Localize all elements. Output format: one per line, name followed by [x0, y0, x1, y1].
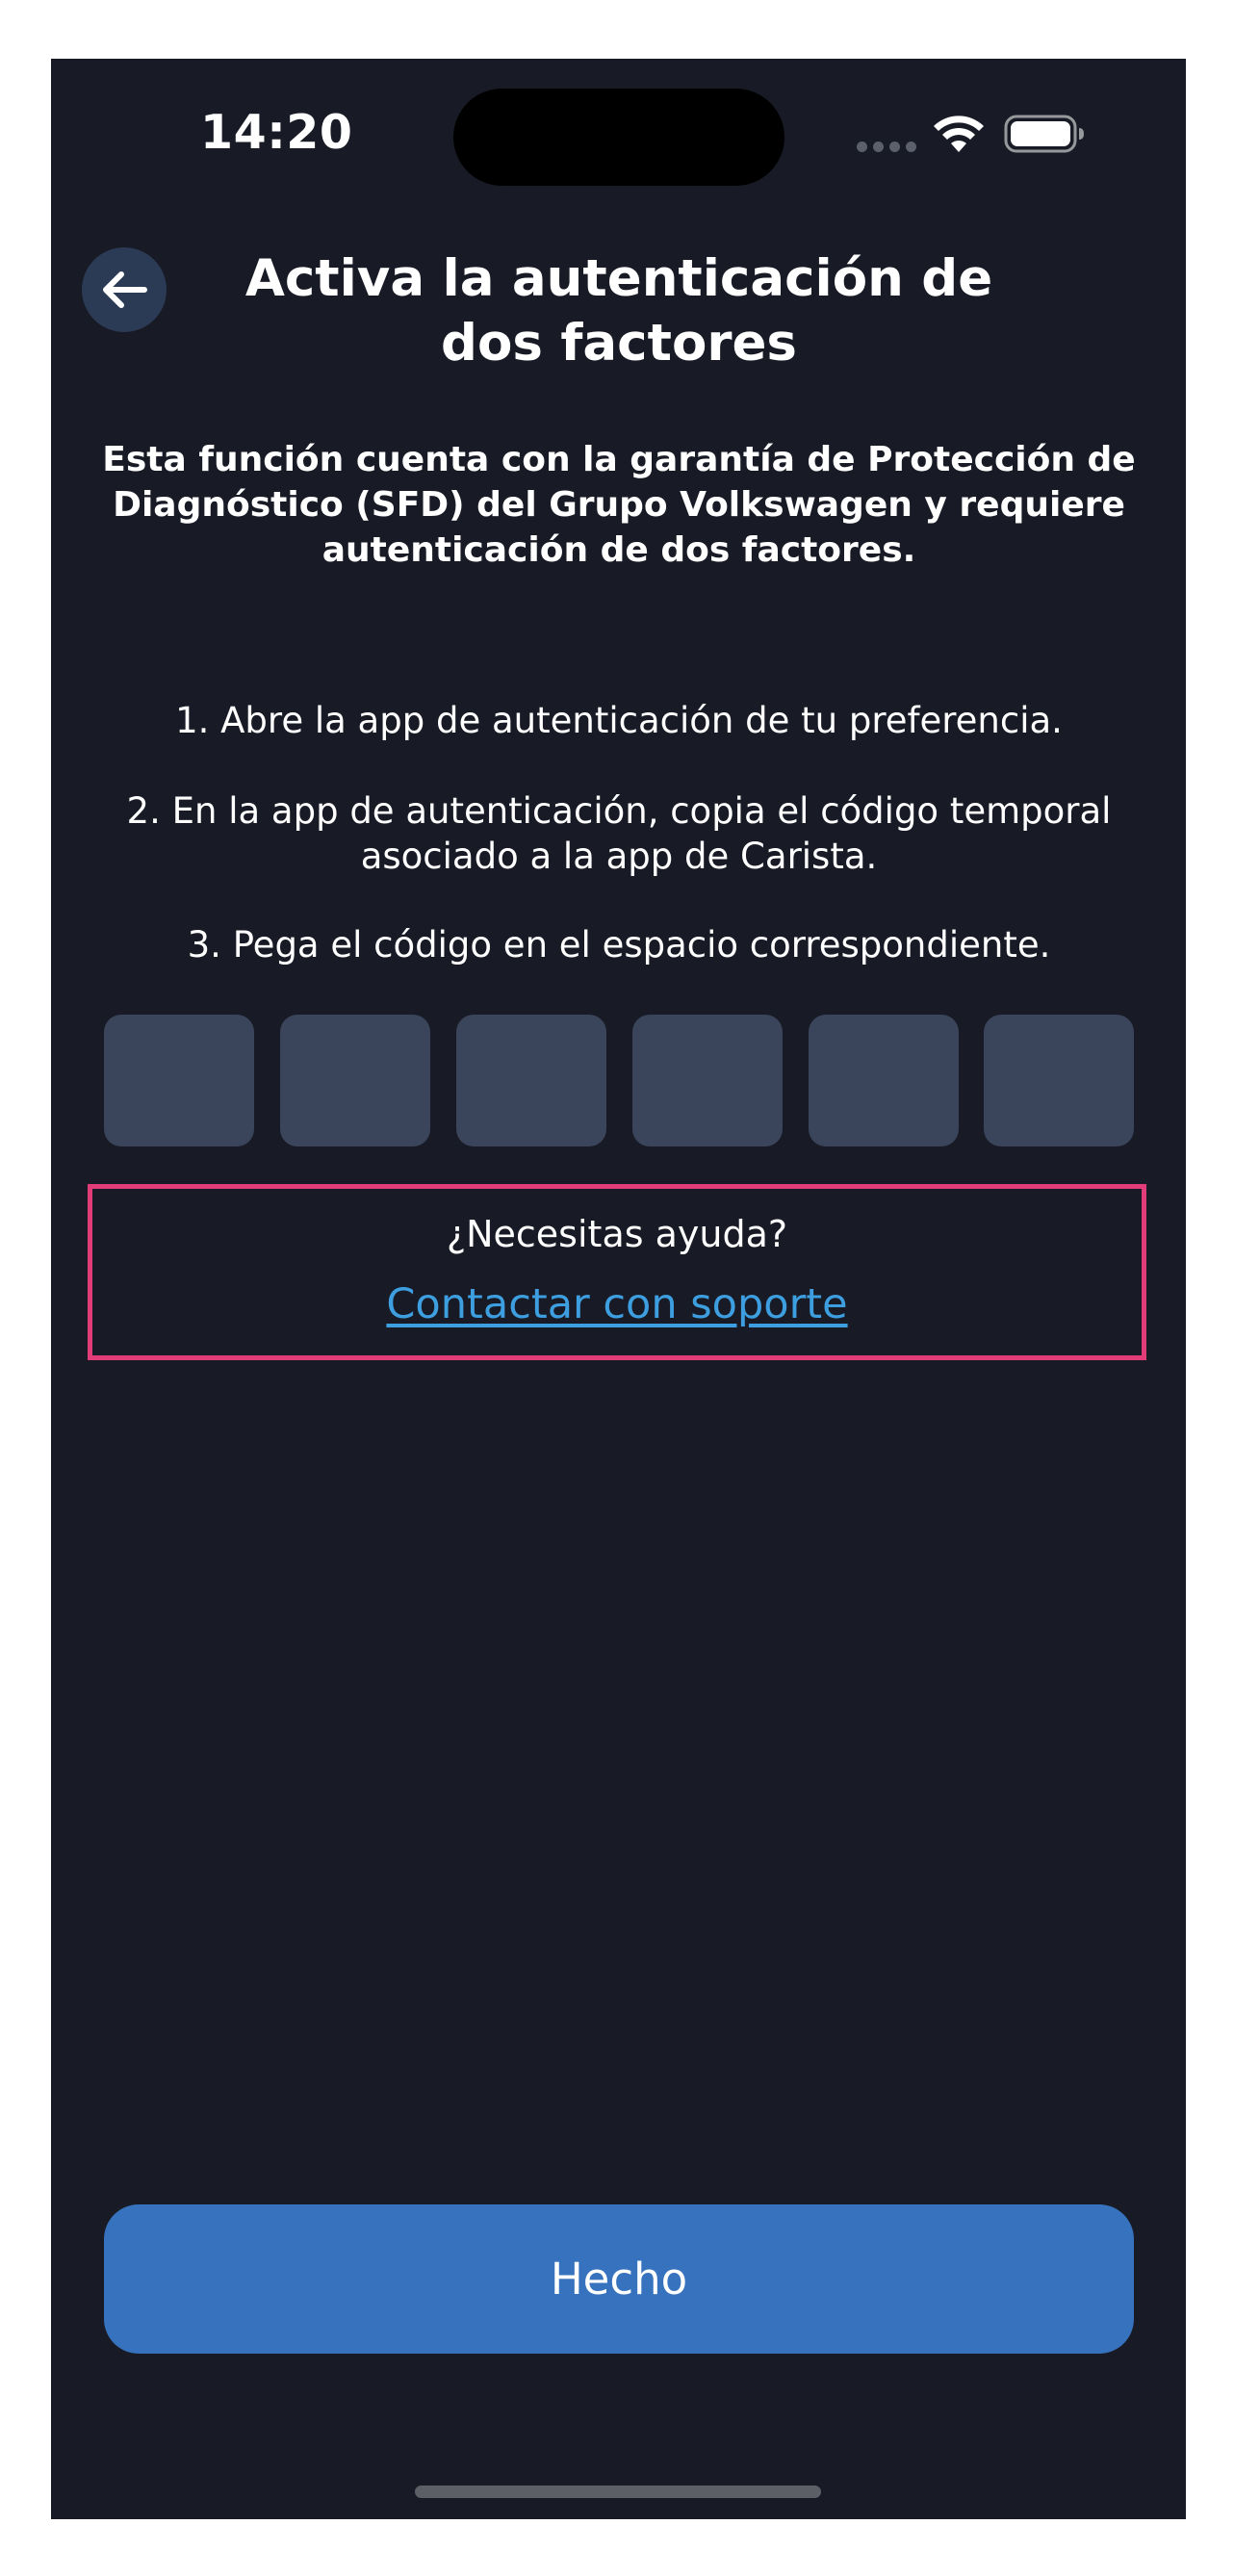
- code-digit-field[interactable]: [809, 1015, 959, 1146]
- page-title: Activa la autenticación de dos factores: [244, 249, 993, 373]
- battery-icon: [1004, 115, 1084, 153]
- code-digit-field[interactable]: [456, 1015, 606, 1146]
- help-section: ¿Necesitas ayuda? Contactar con soporte: [88, 1184, 1146, 1360]
- done-button[interactable]: Hecho: [104, 2204, 1134, 2354]
- wifi-icon: [934, 116, 984, 152]
- instruction-step-2: 2. En la app de autenticación, copia el …: [126, 790, 1112, 877]
- intro-text: Esta función cuenta con la garantía de P…: [102, 440, 1136, 570]
- code-input: [104, 1015, 1134, 1146]
- contact-support-link[interactable]: Contactar con soporte: [92, 1277, 1142, 1331]
- instruction-step-3: 3. Pega el código en el espacio correspo…: [187, 924, 1051, 966]
- code-digit-field[interactable]: [104, 1015, 254, 1146]
- dynamic-island: [453, 89, 784, 186]
- code-digit-field[interactable]: [984, 1015, 1134, 1146]
- cellular-signal-icon: [857, 142, 916, 153]
- help-question: ¿Necesitas ayuda?: [446, 1213, 788, 1255]
- code-digit-field[interactable]: [632, 1015, 783, 1146]
- done-button-label: Hecho: [550, 2254, 688, 2305]
- instruction-step-1: 1. Abre la app de autenticación de tu pr…: [175, 700, 1063, 741]
- phone-screen: 14:20 Activa la autenticación de dos fac…: [51, 59, 1186, 2519]
- back-button[interactable]: [82, 247, 167, 332]
- home-indicator: [415, 2486, 821, 2498]
- arrow-left-icon: [103, 271, 147, 308]
- code-digit-field[interactable]: [280, 1015, 430, 1146]
- status-time: 14:20: [200, 105, 353, 160]
